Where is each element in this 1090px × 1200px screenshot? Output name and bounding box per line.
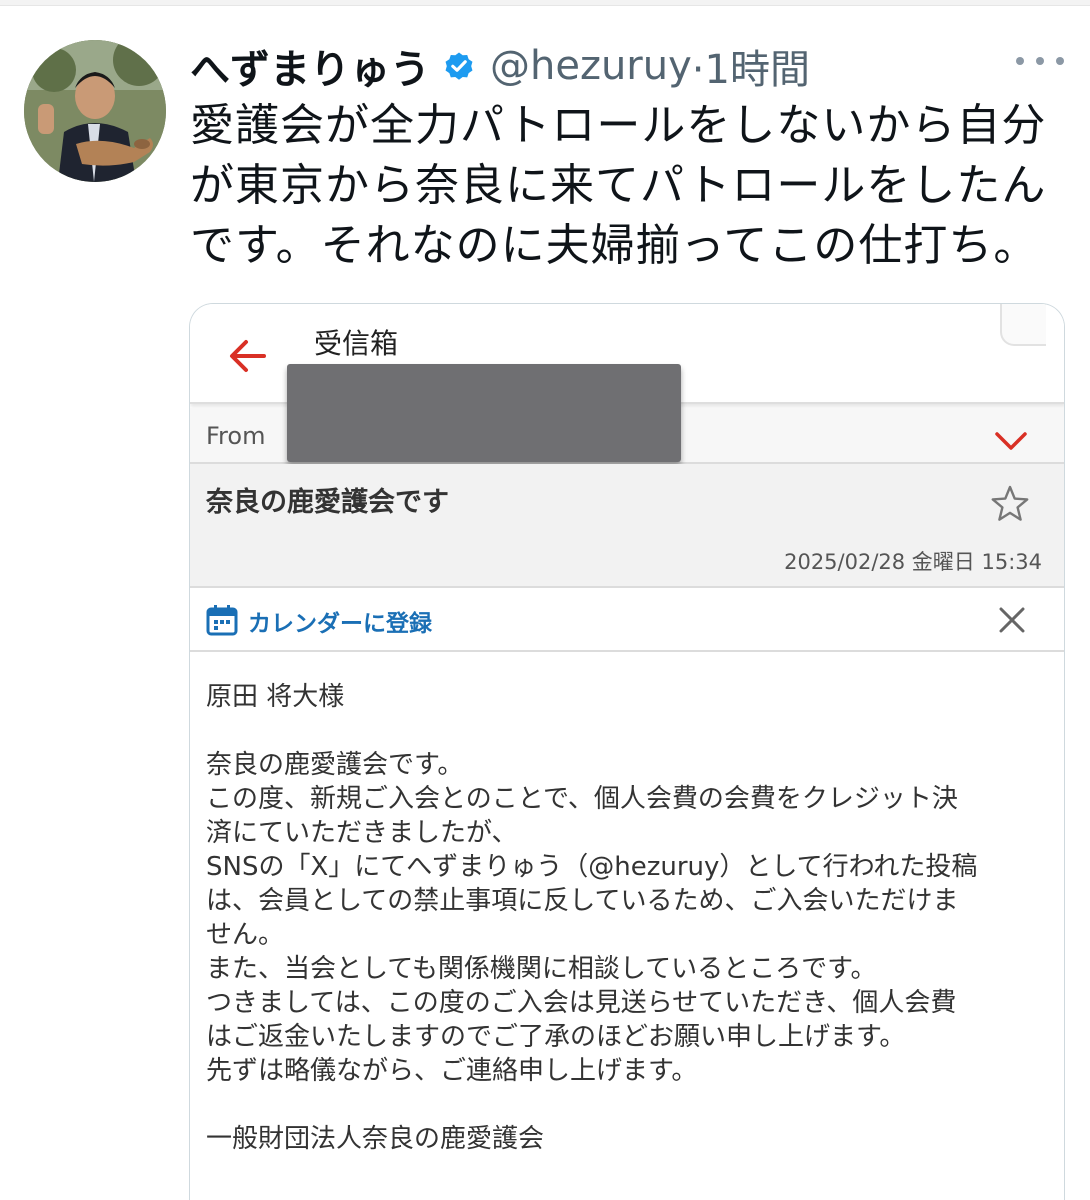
mail-greeting: 原田 将大様 (206, 682, 345, 712)
attached-image[interactable]: 受信箱 From 奈良の鹿愛護会です 2025/02/28 金曜日 15:34 … (189, 303, 1065, 1200)
mail-line: 奈良の鹿愛護会です。 (206, 750, 464, 780)
subject-row: 奈良の鹿愛護会です 2025/02/28 金曜日 15:34 (190, 464, 1064, 588)
avatar[interactable] (24, 40, 166, 182)
mail-subject: 奈良の鹿愛護会です (206, 487, 449, 518)
redaction-block (287, 364, 681, 462)
tweet-text-line: が東京から奈良に来てパトロールをしたん (190, 160, 1047, 211)
more-icon[interactable] (1016, 48, 1064, 74)
handle[interactable]: @hezuruy (490, 43, 692, 89)
mail-line: この度、新規ご入会とのことで、個人会費の会費をクレジット決 (206, 784, 958, 814)
mail-line: また、当会としても関係機関に相談しているところです。 (206, 954, 877, 984)
mail-line: は、会員としての禁止事項に反しているため、ご入会いただけま (206, 886, 959, 916)
chevron-down-icon[interactable] (994, 430, 1028, 452)
timestamp[interactable]: ·1時間 (692, 37, 810, 95)
calendar-icon[interactable] (206, 604, 238, 636)
tweet-text-line: です。それなのに夫婦揃ってこの仕打ち。 (190, 220, 1039, 271)
close-icon[interactable] (998, 606, 1026, 634)
mailbox-title: 受信箱 (314, 327, 399, 360)
mail-line: せん。 (206, 920, 285, 950)
verified-badge-icon (445, 52, 473, 80)
back-arrow-icon[interactable] (228, 338, 268, 374)
from-label: From (206, 422, 266, 450)
mail-line: はご返金いたしますのでご了承のほどお願い申し上げます。 (206, 1022, 906, 1052)
display-name[interactable]: へずまりゅう (190, 37, 430, 95)
add-to-calendar-link[interactable]: カレンダーに登録 (248, 604, 432, 638)
top-divider (0, 0, 1090, 6)
calendar-banner: カレンダーに登録 (190, 588, 1064, 652)
mail-signature: 一般財団法人奈良の鹿愛護会 (206, 1124, 545, 1154)
mail-date: 2025/02/28 金曜日 15:34 (784, 550, 1042, 574)
mail-body: 原田 将大様 奈良の鹿愛護会です。 この度、新規ご入会とのことで、個人会費の会費… (206, 680, 1056, 1156)
tweet-text-line: 愛護会が全力パトロールをしないから自分 (190, 100, 1047, 151)
mail-line: つきましては、この度のご入会は見送らせていただき、個人会費 (206, 988, 957, 1018)
mail-line: SNSの「X」にてへずまりゅう（@hezuruy）として行われた投稿 (206, 852, 978, 882)
page-curl (1000, 304, 1046, 346)
mail-line: 先ずは略儀ながら、ご連絡申し上げます。 (206, 1056, 698, 1086)
star-icon[interactable] (990, 484, 1030, 524)
tweet-text: 愛護会が全力パトロールをしないから自分 が東京から奈良に来てパトロールをしたん … (190, 96, 1060, 276)
tweet-header: へずまりゅう @hezuruy ·1時間 (190, 36, 810, 96)
mail-line: 済にていただきましたが、 (206, 818, 518, 848)
